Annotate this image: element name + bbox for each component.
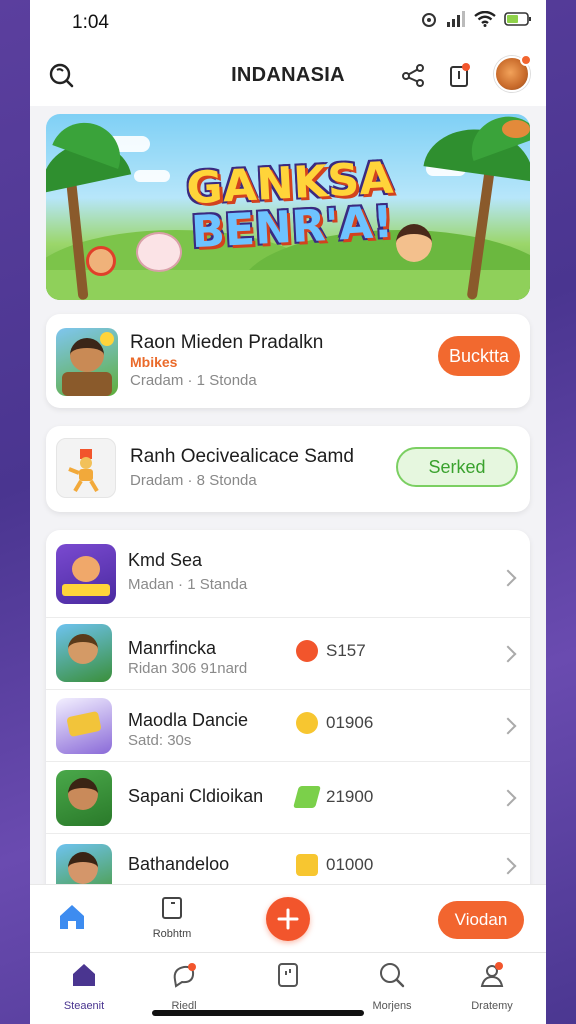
card-subtitle: Cradam · 1 Stonda [130, 372, 257, 389]
home-icon [73, 964, 95, 986]
featured-card[interactable]: Ranh Oecivealicace Samd Dradam · 8 Stond… [46, 426, 530, 512]
robhtm-label: Robhtm [152, 928, 192, 940]
document-icon [162, 897, 182, 919]
card-icon [278, 963, 298, 987]
coin-icon [296, 640, 318, 662]
alarm-icon [422, 13, 436, 27]
character-pig [136, 232, 182, 272]
search-icon [380, 963, 405, 988]
item-subtitle: Madan · 1 Standa [128, 576, 248, 593]
ticket-icon [293, 786, 321, 808]
tab-steaenit[interactable]: Steaenit [44, 961, 124, 1012]
list-item[interactable]: Sapani Cldioikan 21900 [46, 762, 530, 834]
character-figure-icon [68, 449, 99, 493]
app-header: INDANASIA [30, 44, 546, 106]
share-button[interactable] [396, 58, 430, 92]
gold-bar-icon [296, 854, 318, 876]
chevron-right-icon [499, 717, 517, 735]
action-bar: Robhtm Viodan [30, 884, 546, 952]
tab-label: Steaenit [63, 1000, 105, 1012]
home-indicator[interactable] [152, 1010, 364, 1016]
item-value: S157 [296, 640, 366, 662]
banner-fruit [502, 120, 530, 138]
tab-morjens[interactable]: Morjens [352, 961, 432, 1012]
game-thumbnail [56, 328, 118, 396]
document-alert-icon [450, 63, 470, 87]
status-time: 1:04 [72, 12, 109, 33]
card-tag: Mbikes [130, 354, 178, 370]
banner-ground [46, 270, 530, 300]
signal-icon [447, 11, 465, 27]
item-value-text: S157 [326, 641, 366, 660]
game-thumbnail [56, 438, 116, 498]
banner-title: GANKSA BENR'A! [174, 153, 408, 259]
phone-screen: 1:04 INDANASIA GANKSA BENR'A! Raon Miede… [30, 0, 546, 1024]
item-title: Sapani Cldioikan [128, 786, 264, 806]
item-value-text: 21900 [326, 787, 374, 806]
home-icon [60, 905, 84, 929]
game-list: Kmd Sea Madan · 1 Standa Manrfincka Rida… [46, 530, 530, 900]
chevron-right-icon [499, 645, 517, 663]
banner-title-line2: BENR'A! [189, 196, 395, 259]
card-title: Ranh Oecivealicace Samd [130, 446, 354, 467]
tab-label: Morjens [372, 1000, 412, 1012]
status-icons [420, 10, 532, 28]
notification-button[interactable] [442, 58, 476, 92]
item-title: Maodla Dancie [128, 710, 249, 730]
item-subtitle: Ridan 306 91nard [128, 660, 248, 677]
game-thumbnail [56, 544, 116, 604]
cloud [134, 170, 170, 182]
game-thumbnail [56, 698, 112, 754]
game-thumbnail [56, 770, 112, 826]
featured-card[interactable]: Raon Mieden Pradalkn Mbikes Cradam · 1 S… [46, 314, 530, 408]
tab-label: Dratemy [471, 1000, 513, 1012]
chevron-right-icon [499, 569, 517, 587]
item-title: Manrfincka [128, 638, 217, 658]
chat-icon [173, 963, 196, 988]
character-boy [86, 246, 116, 276]
tab-dratemy[interactable]: Dratemy [452, 961, 532, 1012]
wifi-icon [474, 11, 496, 27]
avatar-badge [520, 54, 532, 66]
card-title: Raon Mieden Pradalkn [130, 332, 324, 353]
viodan-button[interactable]: Viodan [438, 901, 524, 939]
list-item[interactable]: Maodla Dancie Satd: 30s 01906 [46, 690, 530, 762]
chevron-right-icon [499, 857, 517, 875]
game-thumbnail [56, 624, 112, 682]
home-shortcut-button[interactable] [46, 897, 98, 937]
robhtm-button[interactable]: Robhtm [140, 895, 204, 949]
list-item[interactable]: Manrfincka Ridan 306 91nard S157 [46, 618, 530, 690]
tab-wallet[interactable] [248, 961, 328, 1000]
list-item[interactable]: Kmd Sea Madan · 1 Standa [46, 530, 530, 618]
item-value: 01000 [296, 854, 373, 876]
item-value-text: 01906 [326, 713, 374, 732]
hero-banner[interactable]: GANKSA BENR'A! [46, 114, 530, 300]
item-title: Kmd Sea [128, 550, 203, 570]
add-button[interactable] [266, 897, 310, 941]
featured-status-button[interactable]: Serked [396, 447, 518, 487]
tab-riedl[interactable]: Riedl [144, 961, 224, 1012]
battery-icon [504, 12, 531, 26]
item-subtitle: Satd: 30s [128, 732, 192, 749]
item-value: 01906 [296, 712, 373, 734]
chevron-right-icon [499, 789, 517, 807]
profile-icon [480, 962, 504, 987]
share-icon [402, 64, 424, 87]
featured-action-button[interactable]: Bucktta [438, 336, 520, 376]
card-subtitle: Dradam · 8 Stonda [130, 472, 257, 489]
plus-icon [277, 908, 299, 930]
item-value-text: 01000 [326, 855, 374, 874]
status-bar: 1:04 [30, 0, 546, 44]
coin-icon [296, 712, 318, 734]
item-title: Bathandeloo [128, 854, 230, 874]
item-value: 21900 [293, 786, 374, 808]
